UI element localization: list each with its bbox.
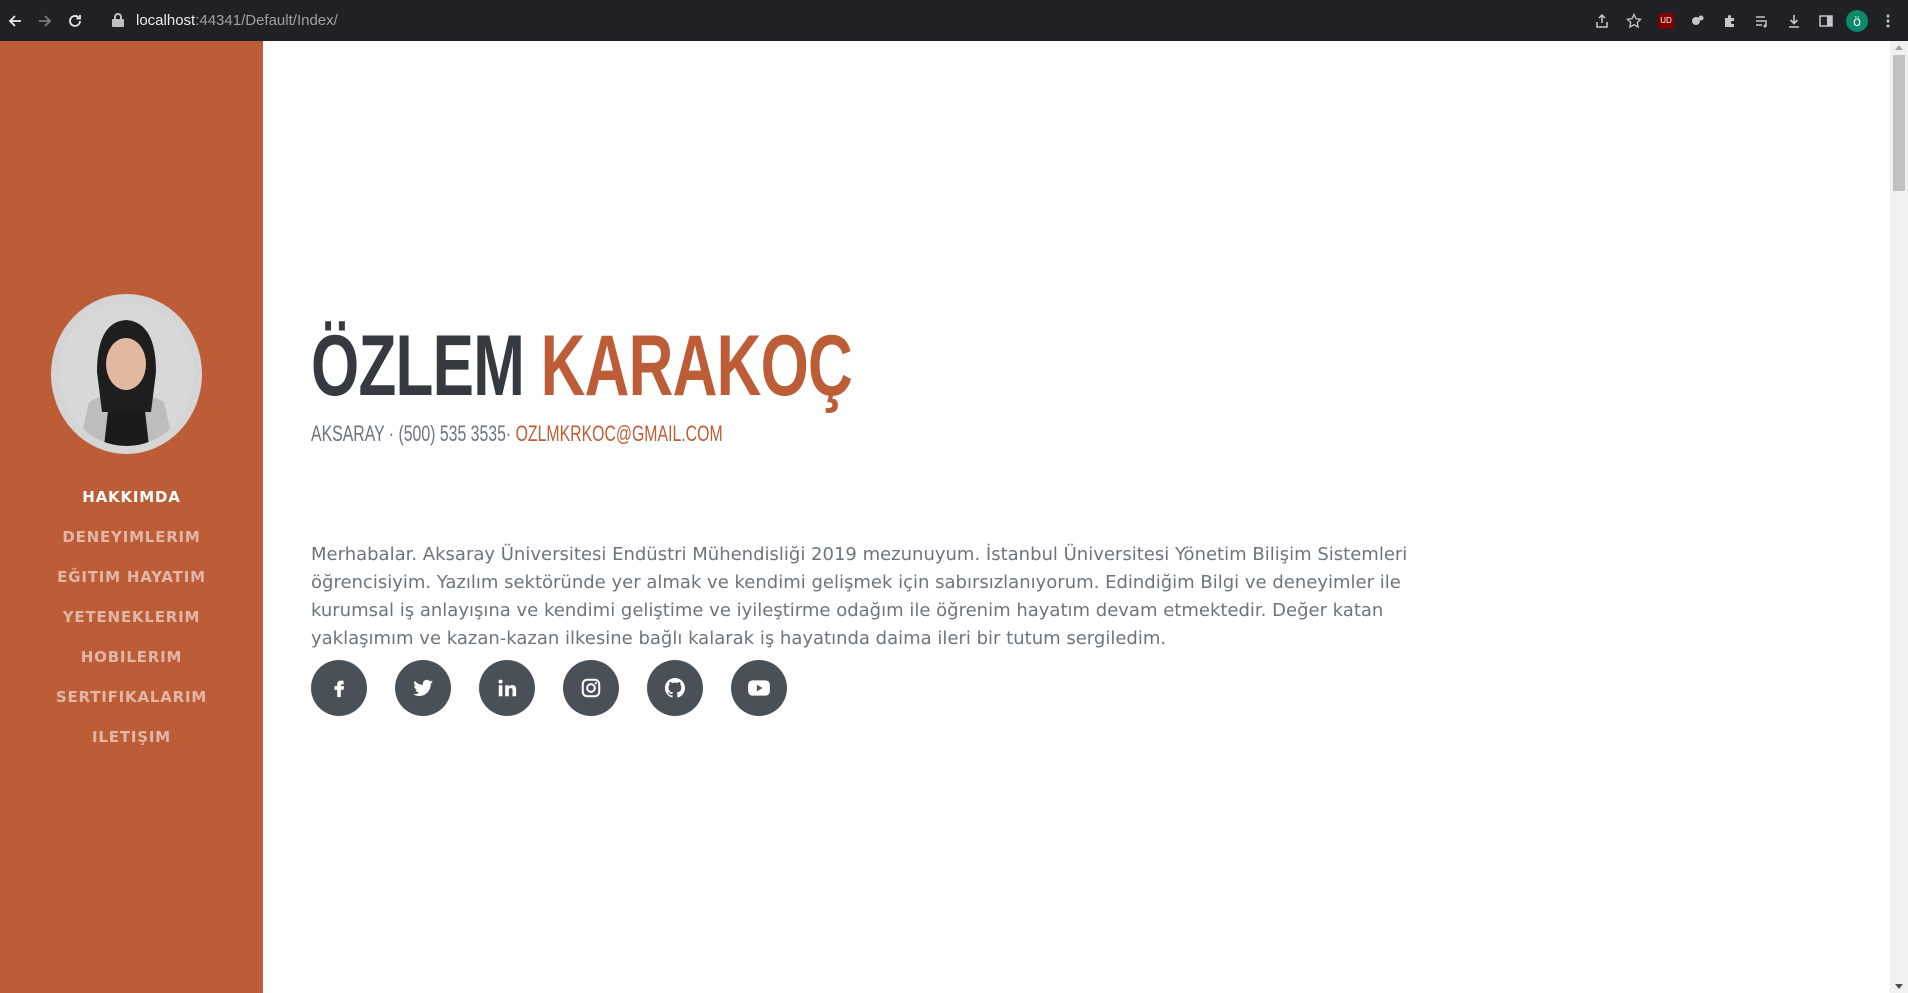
reload-icon[interactable] [60,6,90,36]
sidebar: HAKKIMDA DENEYIMLERIM EĞITIM HAYATIM YET… [0,41,263,993]
share-icon[interactable] [1590,9,1614,33]
contact-line: AKSARAY · (500) 535 3535· ozlmkrkoc@gmai… [311,421,723,447]
sidebar-nav: HAKKIMDA DENEYIMLERIM EĞITIM HAYATIM YET… [0,477,263,757]
bookmark-star-icon[interactable] [1622,9,1646,33]
forward-icon[interactable] [30,6,60,36]
scroll-down-icon[interactable] [1895,984,1903,989]
side-panel-icon[interactable] [1814,9,1838,33]
puzzle-icon[interactable] [1718,9,1742,33]
nav-item-sertifikalarim[interactable]: SERTIFIKALARIM [0,677,263,717]
twitter-icon[interactable] [395,660,451,716]
nav-item-egitim-hayatim[interactable]: EĞITIM HAYATIM [0,557,263,597]
page-scrollbar[interactable] [1890,41,1908,993]
page-title: ÖZLEM KARAKOÇ [311,318,853,414]
github-icon[interactable] [647,660,703,716]
lock-icon [112,13,124,27]
nav-item-hobilerim[interactable]: HOBILERIM [0,637,263,677]
facebook-icon[interactable] [311,660,367,716]
address-bar[interactable]: localhost:44341/Default/Index/ [102,4,1582,36]
download-icon[interactable] [1782,9,1806,33]
social-icons [311,660,787,716]
profile-avatar-icon[interactable]: ö [1846,9,1868,32]
about-section: ÖZLEM KARAKOÇ AKSARAY · (500) 535 3535· … [263,41,1890,993]
youtube-icon[interactable] [731,660,787,716]
media-queue-icon[interactable] [1750,9,1774,33]
contact-info: AKSARAY · (500) 535 3535· [311,421,512,446]
menu-kebab-icon[interactable] [1876,9,1900,33]
nav-item-hakkimda[interactable]: HAKKIMDA [0,477,263,517]
instagram-icon[interactable] [563,660,619,716]
ublock-extension-icon[interactable]: UD [1654,9,1678,33]
extension-icon[interactable] [1686,9,1710,33]
email-link[interactable]: ozlmkrkoc@gmail.com [516,421,723,446]
back-icon[interactable] [0,6,30,36]
nav-item-iletisim[interactable]: ILETIŞIM [0,717,263,757]
linkedin-icon[interactable] [479,660,535,716]
url-text: localhost:44341/Default/Index/ [136,11,338,29]
first-name: ÖZLEM [311,318,525,414]
nav-item-yeteneklerim[interactable]: YETENEKLERIM [0,597,263,637]
browser-toolbar: localhost:44341/Default/Index/ UD ö [0,0,1908,41]
scroll-up-icon[interactable] [1895,45,1903,50]
scroll-thumb[interactable] [1893,55,1905,191]
profile-photo [51,294,202,454]
nav-item-deneyimlerim[interactable]: DENEYIMLERIM [0,517,263,557]
last-name: KARAKOÇ [540,318,853,414]
intro-paragraph: Merhabalar. Aksaray Üniversitesi Endüstr… [311,544,1408,649]
